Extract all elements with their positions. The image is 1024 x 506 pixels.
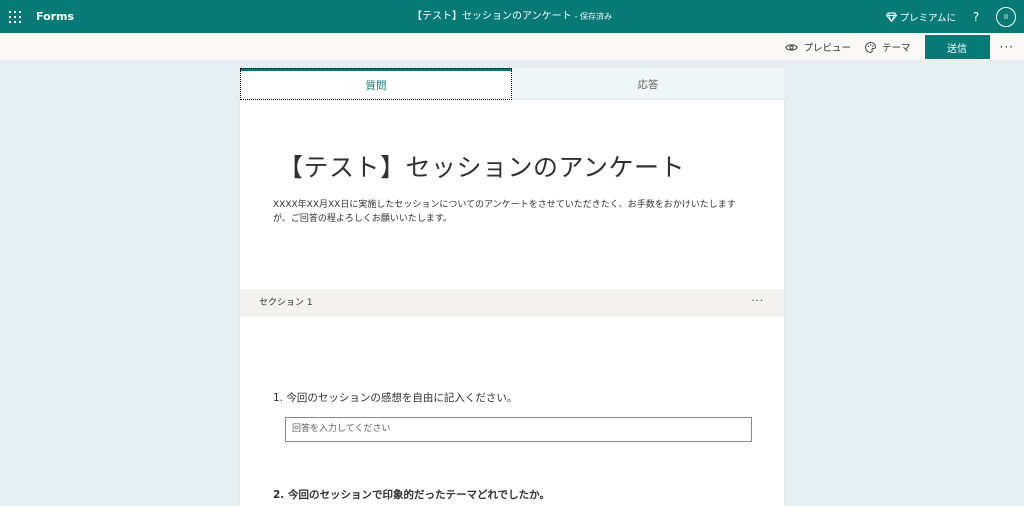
question-1-answer-input[interactable]: 回答を入力してください [285, 417, 752, 442]
section-header[interactable]: セクション 1 ··· [240, 289, 784, 317]
section-label: セクション 1 [259, 298, 313, 308]
preview-label: プレビュー [803, 43, 852, 54]
premium-button[interactable]: プレミアムに [885, 10, 956, 24]
avatar[interactable]: II [996, 6, 1016, 27]
top-right-controls: プレミアムに ? II [885, 0, 1024, 33]
document-title[interactable]: 【テスト】セッションのアンケート [412, 11, 572, 22]
more-options-icon[interactable]: ··· [1000, 40, 1014, 54]
question-2-label[interactable]: 2. 今回のセッションで印象的だったテーマどれでしたか。 [273, 487, 550, 502]
theme-button[interactable]: テーマ [865, 40, 911, 54]
form-card: 【テスト】セッションのアンケート XXXX年XX月XX日に実施したセッションにつ… [240, 100, 784, 506]
help-icon[interactable]: ? [970, 10, 982, 24]
theme-label: テーマ [882, 43, 911, 54]
waffle-icon[interactable] [0, 0, 30, 33]
section-more-icon[interactable]: ··· [751, 289, 764, 315]
form-tabs: 質問 応答 [240, 68, 784, 100]
tab-questions[interactable]: 質問 [240, 68, 512, 100]
preview-button[interactable]: プレビュー [784, 40, 852, 54]
app-name[interactable]: Forms [36, 10, 74, 23]
diamond-icon [885, 12, 897, 22]
premium-label: プレミアムに [899, 12, 956, 24]
form-description[interactable]: XXXX年XX月XX日に実施したセッションについてのアンケートをさせていただきた… [273, 198, 753, 226]
tab-responses[interactable]: 応答 [512, 68, 784, 100]
palette-icon [865, 41, 876, 53]
command-bar-actions: プレビュー テーマ 送信 ··· [784, 33, 1024, 61]
send-button[interactable]: 送信 [924, 35, 990, 59]
eye-icon [784, 43, 798, 51]
form-title[interactable]: 【テスト】セッションのアンケート [278, 148, 685, 184]
command-bar: プレビュー テーマ 送信 ··· [0, 33, 1024, 61]
save-status: - 保存済み [574, 12, 613, 21]
question-1-label[interactable]: 1. 今回のセッションの感想を自由に記入ください。 [273, 390, 517, 405]
